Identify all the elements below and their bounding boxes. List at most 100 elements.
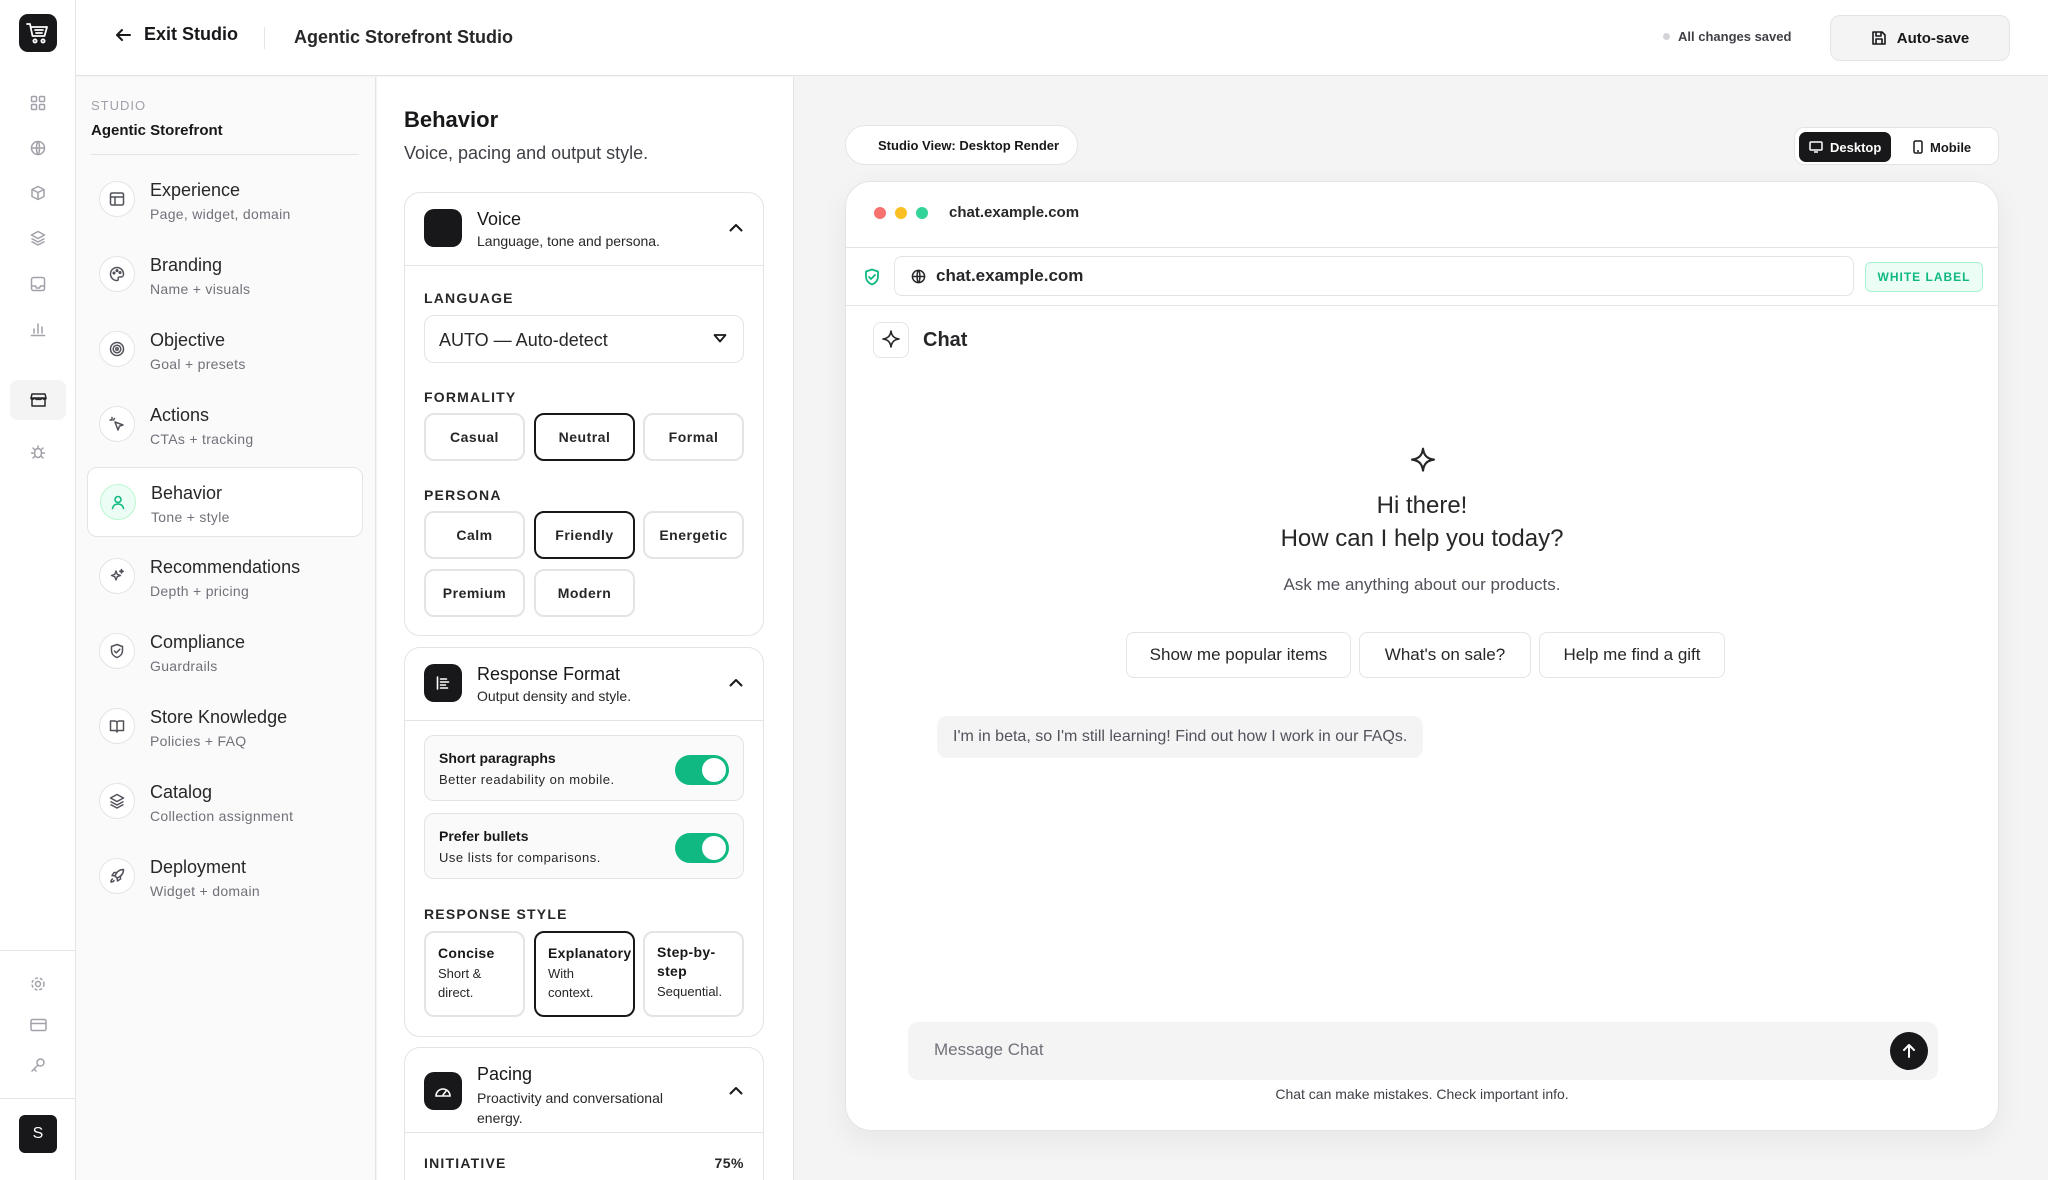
short-paragraphs-toggle[interactable] bbox=[675, 755, 729, 785]
formality-neutral-chip[interactable]: Neutral bbox=[534, 413, 635, 461]
mobile-button[interactable]: Mobile bbox=[1903, 132, 1981, 162]
initiative-label: INITIATIVE bbox=[424, 1155, 507, 1171]
message-input[interactable]: Message Chat bbox=[908, 1022, 1938, 1080]
nav-item-store-knowledge[interactable]: Store Knowledge Policies + FAQ bbox=[87, 692, 363, 762]
toggle-subtitle: Better readability on mobile. bbox=[439, 772, 615, 787]
nav-item-subtitle: Depth + pricing bbox=[150, 583, 250, 599]
browser-header: chat.example.com bbox=[846, 182, 1998, 248]
nav-item-title: Deployment bbox=[150, 857, 247, 877]
nav-item-branding[interactable]: Branding Name + visuals bbox=[87, 240, 363, 310]
persona-calm-chip[interactable]: Calm bbox=[424, 511, 525, 559]
nav-item-actions[interactable]: Actions CTAs + tracking bbox=[87, 390, 363, 460]
response-format-header[interactable]: Response Format Output density and style… bbox=[405, 648, 763, 720]
nav-store-name: Agentic Storefront bbox=[91, 122, 223, 139]
response-format-card: Response Format Output density and style… bbox=[404, 647, 764, 1037]
persona-energetic-chip[interactable]: Energetic bbox=[643, 511, 744, 559]
message-placeholder: Message Chat bbox=[934, 1040, 1044, 1059]
pacing-title: Pacing bbox=[477, 1064, 533, 1084]
gauge-icon bbox=[424, 1072, 462, 1110]
inbox-icon[interactable] bbox=[26, 272, 50, 296]
response-format-title: Response Format bbox=[477, 664, 621, 684]
storefront-icon[interactable] bbox=[26, 388, 50, 412]
sparkle-icon bbox=[873, 322, 909, 358]
formality-casual-chip[interactable]: Casual bbox=[424, 413, 525, 461]
response-style-label: RESPONSE STYLE bbox=[424, 906, 568, 922]
book-icon bbox=[99, 708, 135, 744]
traffic-light-yellow bbox=[895, 207, 907, 219]
chevron-up-icon[interactable] bbox=[729, 1086, 743, 1095]
palette-icon bbox=[99, 256, 135, 292]
browser-frame: chat.example.com chat.example.com WHITE … bbox=[845, 181, 1999, 1131]
white-label-badge: WHITE LABEL bbox=[1865, 262, 1983, 292]
beta-note: I'm in beta, so I'm still learning! Find… bbox=[937, 716, 1424, 758]
settings-icon[interactable] bbox=[26, 972, 50, 996]
nav-item-behavior[interactable]: Behavior Tone + style bbox=[87, 467, 363, 537]
url-input[interactable]: chat.example.com bbox=[894, 256, 1854, 296]
nav-item-title: Experience bbox=[150, 180, 241, 200]
nav-item-subtitle: Guardrails bbox=[150, 658, 218, 674]
preview-area: Studio View: Desktop Render Desktop Mobi… bbox=[795, 77, 2048, 1180]
arrow-up-icon bbox=[1903, 1044, 1915, 1058]
prefer-bullets-toggle[interactable] bbox=[675, 833, 729, 863]
avatar[interactable]: S bbox=[19, 1115, 57, 1153]
card-icon[interactable] bbox=[26, 1013, 50, 1037]
save-status: All changes saved bbox=[1663, 29, 1791, 44]
toggle-title: Prefer bullets bbox=[439, 828, 529, 844]
language-select[interactable]: AUTO — Auto-detect bbox=[424, 315, 744, 363]
phone-icon bbox=[1913, 140, 1923, 154]
globe-icon[interactable] bbox=[26, 136, 50, 160]
key-icon[interactable] bbox=[26, 1053, 50, 1077]
style-subtitle: Sequential. bbox=[657, 984, 723, 999]
send-button[interactable] bbox=[1890, 1032, 1928, 1070]
formality-formal-chip[interactable]: Formal bbox=[643, 413, 744, 461]
layers-icon bbox=[99, 783, 135, 819]
cart-logo-icon[interactable] bbox=[19, 14, 57, 52]
persona-premium-chip[interactable]: Premium bbox=[424, 569, 525, 617]
auto-save-button[interactable]: Auto-save bbox=[1830, 15, 2010, 61]
card-divider bbox=[405, 265, 763, 266]
style-concise-option[interactable]: Concise Short & direct. bbox=[424, 931, 525, 1017]
greeting-line-2: How can I help you today? bbox=[1280, 525, 1564, 552]
response-format-subtitle: Output density and style. bbox=[477, 688, 632, 704]
suggestion-popular-items[interactable]: Show me popular items bbox=[1126, 632, 1351, 678]
layers-icon[interactable] bbox=[26, 226, 50, 250]
suggestion-find-gift[interactable]: Help me find a gift bbox=[1539, 632, 1725, 678]
toggle-subtitle: Use lists for comparisons. bbox=[439, 850, 601, 865]
nav-item-compliance[interactable]: Compliance Guardrails bbox=[87, 617, 363, 687]
pacing-subtitle: Proactivity and conversational energy. bbox=[477, 1090, 663, 1126]
shield-check-icon bbox=[99, 633, 135, 669]
nav-item-title: Branding bbox=[150, 255, 223, 275]
suggestion-on-sale[interactable]: What's on sale? bbox=[1359, 632, 1531, 678]
nav-item-title: Objective bbox=[150, 330, 226, 350]
rail-divider bbox=[0, 950, 76, 951]
nav-item-objective[interactable]: Objective Goal + presets bbox=[87, 315, 363, 385]
nav-item-catalog[interactable]: Catalog Collection assignment bbox=[87, 767, 363, 837]
voice-card-header[interactable]: Voice Language, tone and persona. bbox=[405, 193, 763, 265]
panel-title: Behavior bbox=[404, 107, 499, 132]
chat-header: Chat bbox=[873, 322, 967, 358]
icon-rail: S bbox=[0, 0, 76, 1180]
desktop-button[interactable]: Desktop bbox=[1799, 132, 1892, 162]
nav-item-recommendations[interactable]: Recommendations Depth + pricing bbox=[87, 542, 363, 612]
nav-item-experience[interactable]: Experience Page, widget, domain bbox=[87, 165, 363, 235]
user-icon bbox=[100, 484, 136, 520]
cube-icon[interactable] bbox=[26, 181, 50, 205]
nav-item-title: Catalog bbox=[150, 782, 213, 802]
formality-label: FORMALITY bbox=[424, 389, 517, 405]
pacing-header[interactable]: Pacing Proactivity and conversational en… bbox=[405, 1048, 763, 1132]
style-step-by-step-option[interactable]: Step-by-step Sequential. bbox=[643, 931, 744, 1017]
persona-modern-chip[interactable]: Modern bbox=[534, 569, 635, 617]
exit-studio-button[interactable]: Exit Studio bbox=[114, 24, 238, 45]
persona-friendly-chip[interactable]: Friendly bbox=[534, 511, 635, 559]
chevron-up-icon[interactable] bbox=[729, 678, 743, 687]
chart-icon[interactable] bbox=[26, 317, 50, 341]
nav-item-deployment[interactable]: Deployment Widget + domain bbox=[87, 842, 363, 912]
short-paragraphs-row: Short paragraphs Better readability on m… bbox=[424, 735, 744, 801]
bug-icon[interactable] bbox=[26, 440, 50, 464]
grid-icon[interactable] bbox=[26, 91, 50, 115]
style-explanatory-option[interactable]: Explanatory With context. bbox=[534, 931, 635, 1017]
traffic-light-red bbox=[874, 207, 886, 219]
style-subtitle: With context. bbox=[548, 966, 594, 1000]
topbar-separator bbox=[264, 27, 265, 49]
chevron-up-icon[interactable] bbox=[729, 223, 743, 232]
